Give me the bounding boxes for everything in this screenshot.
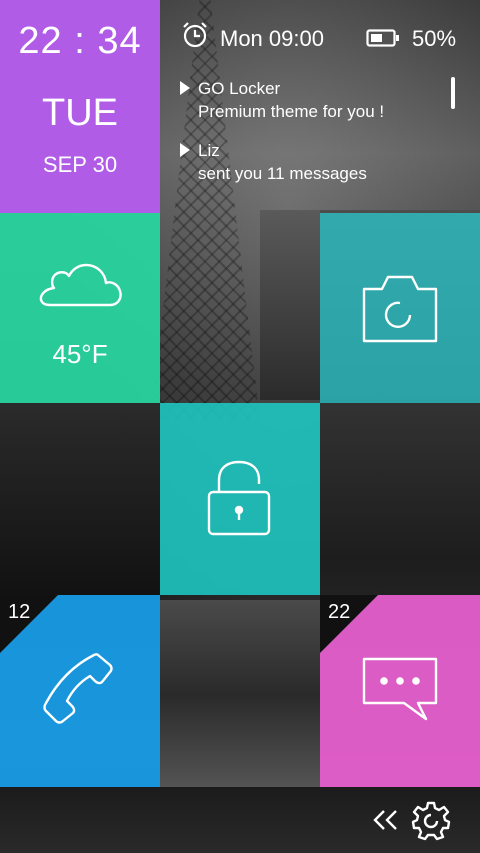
battery-icon xyxy=(366,28,400,54)
settings-gear-icon[interactable] xyxy=(410,799,452,846)
building-left xyxy=(0,400,160,600)
clock: 22 : 34 xyxy=(0,20,160,63)
status-bar: Mon 09:00 50% xyxy=(180,20,470,56)
weekday: TUE xyxy=(42,92,118,134)
alarm-time: Mon 09:00 xyxy=(220,26,324,51)
building-middle xyxy=(260,210,320,400)
notification-title: GO Locker xyxy=(198,79,281,98)
phone-tile[interactable]: 12 xyxy=(0,595,160,787)
unread-messages-badge: 22 xyxy=(328,601,351,623)
double-chevron-left-icon[interactable] xyxy=(370,805,400,840)
alarm-clock-icon xyxy=(180,20,210,56)
notification-scrollbar[interactable] xyxy=(451,77,455,109)
bottom-bar xyxy=(0,787,480,853)
clock-hour: 22 xyxy=(18,20,63,62)
cloud-icon xyxy=(36,253,124,318)
clock-minute: 34 xyxy=(97,20,142,62)
camera-icon xyxy=(360,269,440,350)
unlocked-padlock-icon xyxy=(205,458,273,543)
missed-calls-badge: 12 xyxy=(8,601,31,623)
notification-title: Liz xyxy=(198,141,220,160)
notification-body: Premium theme for you ! xyxy=(198,102,385,121)
temperature: 45°F xyxy=(52,339,108,369)
camera-tile[interactable] xyxy=(320,213,480,403)
clock-tile: 22 : 34 TUE SEP 30 xyxy=(0,0,160,213)
unlock-tile[interactable] xyxy=(160,403,320,595)
clock-separator: : xyxy=(74,20,86,62)
phone-icon xyxy=(40,649,120,734)
date: SEP 30 xyxy=(42,152,118,177)
street xyxy=(160,600,320,790)
weather-tile[interactable]: 45°F xyxy=(0,213,160,403)
expand-arrow-icon xyxy=(180,143,190,157)
eiffel-tower-silhouette xyxy=(150,0,260,420)
battery-level: 50% xyxy=(412,26,457,51)
chat-bubble-icon xyxy=(360,653,440,730)
messages-tile[interactable]: 22 xyxy=(320,595,480,787)
notification-body: sent you 11 messages xyxy=(198,164,367,183)
expand-arrow-icon xyxy=(180,81,190,95)
